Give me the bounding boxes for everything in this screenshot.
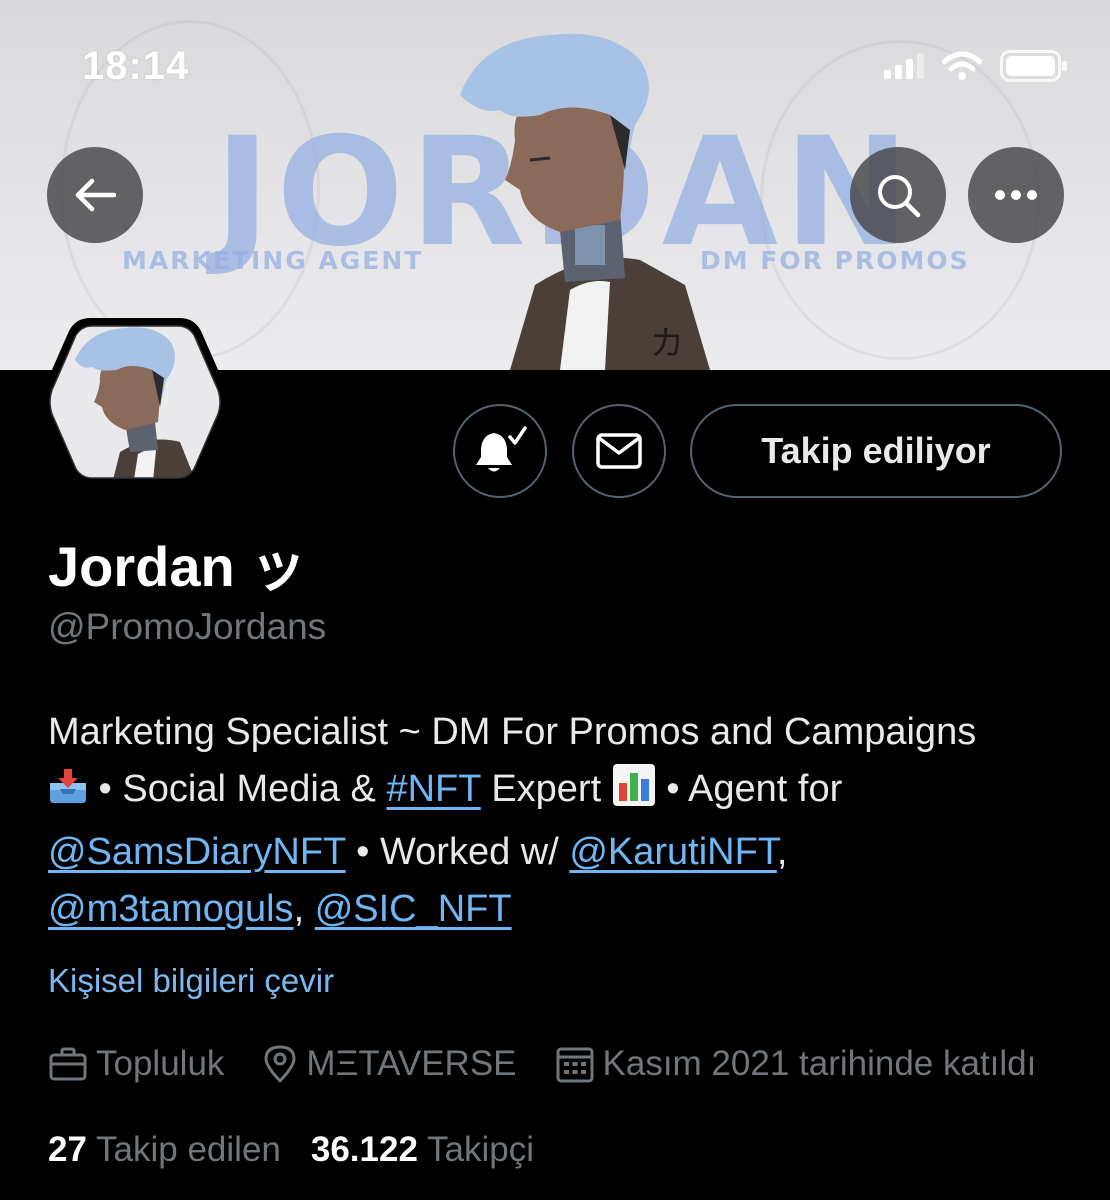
back-button[interactable] xyxy=(47,147,143,243)
search-icon xyxy=(878,175,921,218)
banner-subtitle-left: MARKETING AGENT xyxy=(122,246,424,275)
message-button[interactable] xyxy=(572,404,666,498)
following-label: Takip edilen xyxy=(96,1130,281,1169)
signal-icon xyxy=(884,53,924,79)
battery-icon xyxy=(1000,50,1067,82)
mention-link[interactable]: @SamsDiaryNFT xyxy=(48,831,346,873)
bio-text: • Social Media & xyxy=(88,768,387,810)
location-label: MΞTAVERSE xyxy=(306,1044,517,1083)
search-button[interactable] xyxy=(850,147,946,243)
bio: Marketing Specialist ~ DM For Promos and… xyxy=(48,704,1078,938)
bio-text: • Agent for xyxy=(655,768,843,810)
bio-text: , xyxy=(776,831,788,873)
envelope-icon xyxy=(596,433,642,469)
translate-bio-link[interactable]: Kişisel bilgileri çevir xyxy=(48,962,334,1000)
inbox-tray-emoji xyxy=(48,767,88,824)
handle: @PromoJordans xyxy=(48,606,327,647)
profile-meta: Topluluk MΞTAVERSE Kasım 2021 tarihinde … xyxy=(48,1044,1074,1084)
hashtag-link[interactable]: #NFT xyxy=(386,768,480,810)
notifications-button[interactable] xyxy=(453,404,547,498)
more-horizontal-icon xyxy=(995,190,1037,200)
follow-stats: 27 Takip edilen 36.122 Takipçi xyxy=(48,1130,534,1170)
bio-text: , xyxy=(293,888,315,930)
joined-item: Kasım 2021 tarihinde katıldı xyxy=(555,1044,1037,1084)
briefcase-icon xyxy=(49,1047,87,1081)
followers-count: 36.122 xyxy=(310,1130,418,1169)
bar-chart-emoji xyxy=(612,763,656,824)
status-icons xyxy=(884,50,1068,82)
bio-text: Marketing Specialist ~ DM For Promos and… xyxy=(48,711,977,753)
location-pin-icon xyxy=(264,1045,296,1083)
location-item: MΞTAVERSE xyxy=(262,1044,517,1084)
avatar[interactable] xyxy=(40,312,230,492)
following-link[interactable]: 27 Takip edilen xyxy=(48,1130,281,1169)
banner-subtitle-right: DM FOR PROMOS xyxy=(700,246,970,275)
status-time: 18:14 xyxy=(82,44,190,88)
following-button[interactable]: Takip ediliyor xyxy=(690,404,1062,498)
following-count: 27 xyxy=(48,1130,87,1169)
bell-check-icon xyxy=(476,426,527,472)
calendar-icon xyxy=(556,1047,594,1083)
followers-label: Takipçi xyxy=(427,1130,535,1169)
mention-link[interactable]: @KarutiNFT xyxy=(569,831,777,873)
followers-link[interactable]: 36.122 Takipçi xyxy=(311,1130,534,1169)
banner-character-illustration: カ xyxy=(460,33,710,370)
wifi-icon xyxy=(942,51,982,80)
joined-label: Kasım 2021 tarihinde katıldı xyxy=(602,1044,1037,1083)
svg-text:カ: カ xyxy=(650,324,684,364)
category-label: Topluluk xyxy=(96,1044,225,1083)
display-name: Jordan ッ xyxy=(48,535,307,598)
mention-link[interactable]: @m3tamoguls xyxy=(48,888,294,930)
arrow-left-icon xyxy=(75,178,116,212)
bio-text: • Worked w/ xyxy=(345,831,570,873)
more-button[interactable] xyxy=(968,147,1064,243)
bio-text: Expert xyxy=(480,768,612,810)
category-item: Topluluk xyxy=(48,1044,224,1084)
mention-link[interactable]: @SIC_NFT xyxy=(315,888,512,930)
